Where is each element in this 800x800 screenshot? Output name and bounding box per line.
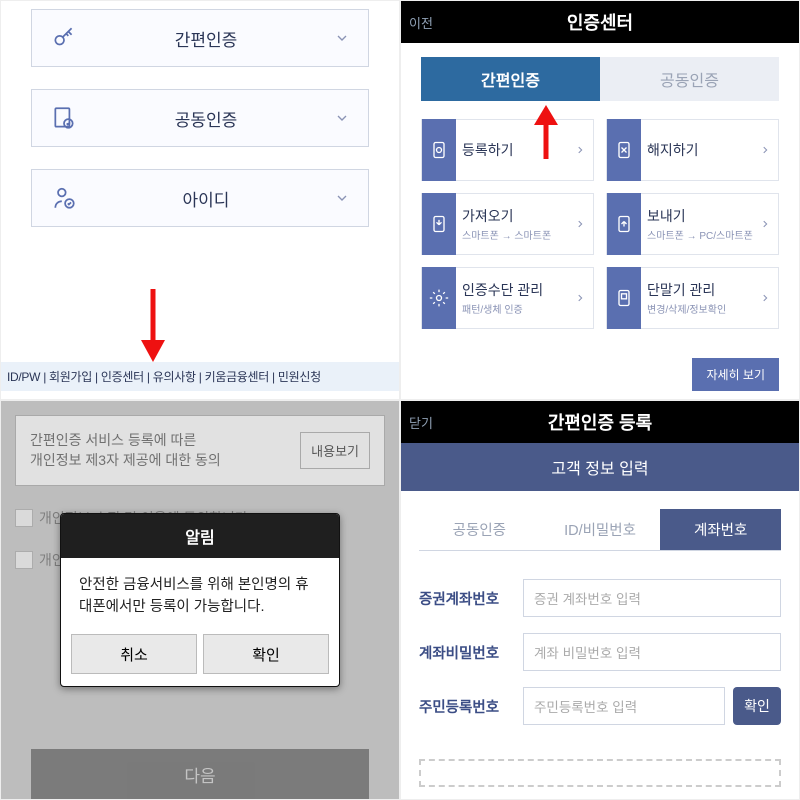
doc-check-icon: [50, 104, 78, 132]
menu-label: 보내기: [647, 206, 754, 226]
close-button[interactable]: 닫기: [409, 413, 433, 432]
option-id[interactable]: 아이디: [31, 169, 369, 227]
modal-overlay: 알림 안전한 금융서비스를 위해 본인명의 휴대폰에서만 등록이 가능합니다. …: [1, 401, 399, 799]
option-joint-cert[interactable]: 공동인증: [31, 89, 369, 147]
key-icon: [50, 24, 78, 52]
device-icon: [607, 267, 641, 329]
confirm-button[interactable]: 확인: [203, 634, 329, 674]
cancel-icon: [607, 119, 641, 181]
alert-modal: 알림 안전한 금융서비스를 위해 본인명의 휴대폰에서만 등록이 가능합니다. …: [60, 513, 340, 688]
cancel-button[interactable]: 취소: [71, 634, 197, 674]
menu-register[interactable]: 등록하기: [421, 119, 594, 181]
footer-links[interactable]: ID/PW | 회원가입 | 인증센터 | 유의사항 | 키움금융센터 | 민원…: [1, 362, 399, 391]
gear-icon: [422, 267, 456, 329]
field-resident-no: 주민등록번호 주민등록번호 입력 확인: [419, 687, 781, 725]
seg-simple-auth[interactable]: 간편인증: [421, 57, 600, 101]
menu-device-manage[interactable]: 단말기 관리변경/삭제/정보확인: [606, 267, 779, 329]
menu-export[interactable]: 보내기스마트폰 → PC/스마트폰: [606, 193, 779, 255]
arrow-up-icon: [531, 105, 561, 161]
header-bar: 닫기 간편인증 등록: [401, 401, 799, 443]
download-icon: [422, 193, 456, 255]
tab-id-pw[interactable]: ID/비밀번호: [540, 509, 661, 550]
field-account-no: 증권계좌번호 증권 계좌번호 입력: [419, 579, 781, 617]
option-label: 아이디: [78, 186, 334, 211]
chevron-down-icon: [334, 190, 350, 206]
chevron-down-icon: [334, 110, 350, 126]
register-icon: [422, 119, 456, 181]
menu-sublabel: 패턴/생체 인증: [462, 301, 569, 316]
chevron-right-icon: [575, 217, 587, 231]
confirm-button[interactable]: 확인: [733, 687, 781, 725]
chevron-right-icon: [760, 143, 772, 157]
resident-no-input[interactable]: 주민등록번호 입력: [523, 687, 725, 725]
field-label: 증권계좌번호: [419, 588, 515, 609]
chevron-right-icon: [575, 143, 587, 157]
tab-joint-cert[interactable]: 공동인증: [419, 509, 540, 550]
menu-label: 단말기 관리: [647, 280, 754, 300]
field-label: 계좌비밀번호: [419, 642, 515, 663]
menu-sublabel: 스마트폰 → PC/스마트폰: [647, 227, 754, 242]
page-title: 인증센터: [401, 9, 799, 35]
modal-body: 안전한 금융서비스를 위해 본인명의 휴대폰에서만 등록이 가능합니다.: [61, 558, 339, 635]
menu-auth-manage[interactable]: 인증수단 관리패턴/생체 인증: [421, 267, 594, 329]
upload-icon: [607, 193, 641, 255]
modal-title: 알림: [61, 514, 339, 558]
arrow-down-icon: [136, 286, 170, 364]
chevron-right-icon: [575, 291, 587, 305]
menu-import[interactable]: 가져오기스마트폰 → 스마트폰: [421, 193, 594, 255]
menu-cancel[interactable]: 해지하기: [606, 119, 779, 181]
header-bar: 이전 인증센터: [401, 1, 799, 43]
segmented-control: 간편인증 공동인증: [401, 43, 799, 113]
field-label: 주민등록번호: [419, 696, 515, 717]
dashed-box: [419, 759, 781, 787]
section-title: 고객 정보 입력: [401, 443, 799, 491]
account-no-input[interactable]: 증권 계좌번호 입력: [523, 579, 781, 617]
option-label: 공동인증: [78, 106, 334, 131]
menu-label: 인증수단 관리: [462, 280, 569, 300]
option-label: 간편인증: [78, 26, 334, 51]
menu-label: 가져오기: [462, 206, 569, 226]
menu-label: 해지하기: [647, 140, 754, 160]
back-button[interactable]: 이전: [409, 13, 433, 32]
chevron-right-icon: [760, 217, 772, 231]
seg-joint-cert[interactable]: 공동인증: [600, 57, 779, 101]
detail-button[interactable]: 자세히 보기: [692, 358, 779, 391]
account-pw-input[interactable]: 계좌 비밀번호 입력: [523, 633, 781, 671]
chevron-right-icon: [760, 291, 772, 305]
field-account-pw: 계좌비밀번호 계좌 비밀번호 입력: [419, 633, 781, 671]
option-simple-auth[interactable]: 간편인증: [31, 9, 369, 67]
chevron-down-icon: [334, 30, 350, 46]
tab-account-no[interactable]: 계좌번호: [660, 509, 781, 550]
menu-sublabel: 변경/삭제/정보확인: [647, 301, 754, 316]
person-icon: [50, 184, 78, 212]
menu-sublabel: 스마트폰 → 스마트폰: [462, 227, 569, 242]
tab-bar: 공동인증 ID/비밀번호 계좌번호: [419, 509, 781, 551]
page-title: 간편인증 등록: [401, 409, 799, 435]
